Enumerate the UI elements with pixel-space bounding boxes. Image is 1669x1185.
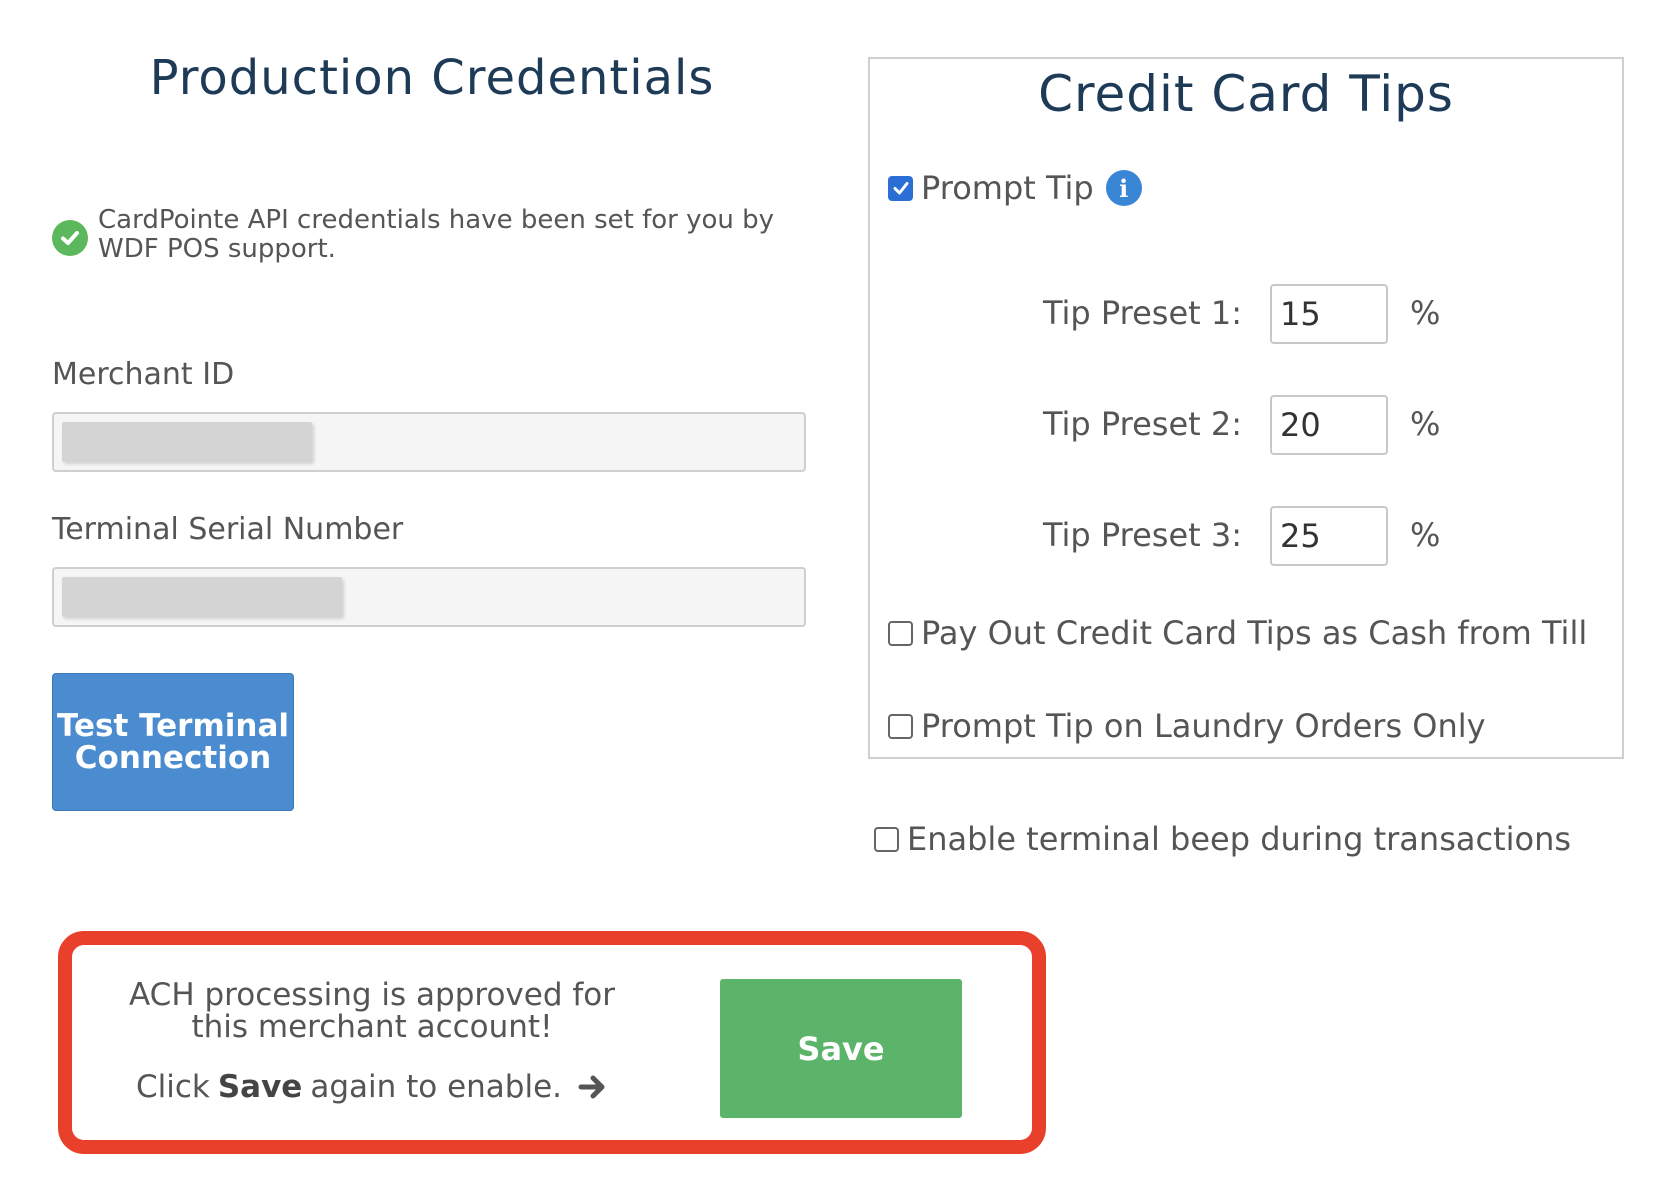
prompt-tip-row[interactable]: Prompt Tip i [888,169,1142,207]
ach-message: ACH processing is approved for this merc… [129,977,615,1045]
prompt-tip-checkbox[interactable] [888,175,913,201]
prompt-tip-label: Prompt Tip [921,169,1094,207]
percent-sign: % [1410,405,1441,443]
tip-preset-1-input[interactable]: 15 [1270,284,1388,344]
info-icon[interactable]: i [1105,170,1142,206]
laundry-tip-checkbox[interactable] [888,713,913,739]
laundry-tip-label: Prompt Tip on Laundry Orders Only [921,707,1486,745]
payout-tips-label: Pay Out Credit Card Tips as Cash from Ti… [921,614,1588,652]
terminal-beep-checkbox[interactable] [874,826,899,852]
percent-sign: % [1410,516,1441,554]
check-circle-icon [52,220,88,256]
credit-card-tips-panel: Credit Card Tips Prompt Tip i Tip Preset… [868,57,1624,759]
tip-preset-2-input[interactable]: 20 [1270,395,1388,455]
ach-approval-box: ACH processing is approved for this merc… [58,931,1046,1154]
merchant-id-field[interactable] [52,412,806,472]
credit-card-tips-title: Credit Card Tips [1038,65,1454,123]
percent-sign: % [1410,294,1441,332]
redacted-value [62,577,342,617]
payout-tips-row[interactable]: Pay Out Credit Card Tips as Cash from Ti… [888,614,1587,652]
ach-instruction-bold: Save [217,1069,303,1105]
ach-instruction-prefix: Click [135,1069,210,1105]
merchant-id-label: Merchant ID [52,357,235,392]
tip-preset-label: Tip Preset 3: [1042,516,1242,554]
test-terminal-connection-button[interactable]: Test Terminal Connection [52,673,294,811]
ach-instruction-suffix: again to enable. [310,1069,563,1105]
tip-preset-row: Tip Preset 2: 20 % [870,395,1622,455]
page: Production Credentials CardPointe API cr… [0,0,1669,1185]
terminal-beep-label: Enable terminal beep during transactions [907,820,1572,858]
terminal-beep-row[interactable]: Enable terminal beep during transactions [874,820,1571,858]
credentials-notice: CardPointe API credentials have been set… [52,206,812,264]
terminal-serial-field[interactable] [52,567,806,627]
production-credentials-title: Production Credentials [149,50,715,106]
save-button[interactable]: Save [720,979,962,1118]
tip-preset-row: Tip Preset 1: 15 % [870,284,1622,344]
notice-text: CardPointe API credentials have been set… [98,205,775,264]
tip-preset-label: Tip Preset 1: [1042,294,1242,332]
tip-preset-label: Tip Preset 2: [1042,405,1242,443]
tip-preset-3-input[interactable]: 25 [1270,506,1388,566]
laundry-tip-row[interactable]: Prompt Tip on Laundry Orders Only [888,707,1486,745]
ach-instruction: Click Save again to enable. [102,1069,642,1105]
tip-preset-row: Tip Preset 3: 25 % [870,506,1622,566]
arrow-right-icon [578,1073,608,1101]
payout-tips-checkbox[interactable] [888,620,913,646]
redacted-value [62,422,312,462]
terminal-serial-label: Terminal Serial Number [52,512,404,547]
